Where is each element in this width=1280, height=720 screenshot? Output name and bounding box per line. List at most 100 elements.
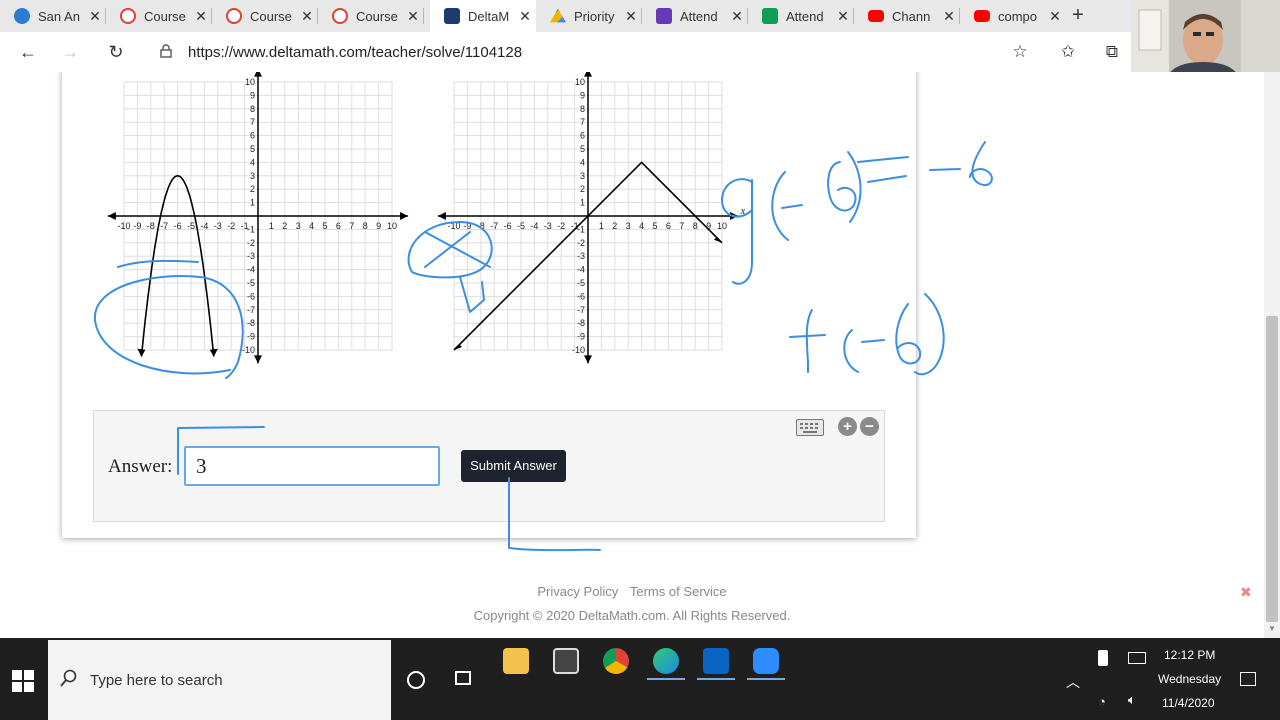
zoom-out-icon[interactable]: − (860, 417, 879, 436)
close-icon[interactable]: ✕ (190, 8, 212, 25)
y-tick-label: 3 (580, 171, 585, 181)
x-tick-label: 8 (363, 221, 368, 231)
canvas-icon (332, 8, 348, 24)
tab-label: Chann (892, 8, 931, 24)
x-tick-label: -2 (227, 221, 235, 231)
x-tick-label: -10 (117, 221, 130, 231)
forward-icon[interactable]: → (58, 40, 82, 64)
footer-links: Privacy Policy Terms of Service (0, 584, 1264, 599)
task-view-icon[interactable] (455, 671, 471, 685)
x-tick-label: 10 (717, 221, 727, 231)
close-icon[interactable]: ✕ (84, 8, 106, 25)
x-tick-label: 1 (599, 221, 604, 231)
close-icon[interactable]: ✕ (296, 8, 318, 25)
y-tick-label: 6 (250, 131, 255, 141)
tab-0[interactable]: San An ✕ (0, 0, 106, 32)
wifi-icon[interactable]: ◔ (1098, 694, 1106, 709)
y-tick-label: -8 (577, 318, 585, 328)
tab-6[interactable]: Attend ✕ (642, 0, 748, 32)
x-tick-label: 5 (652, 221, 657, 231)
zoom-app-icon[interactable] (753, 648, 779, 674)
x-tick-label: 8 (693, 221, 698, 231)
address-bar[interactable]: https://www.deltamath.com/teacher/solve/… (148, 37, 1048, 67)
y-tick-label: -2 (577, 238, 585, 248)
keyboard-icon[interactable] (796, 419, 824, 436)
tab-5[interactable]: Priority ✕ (536, 0, 642, 32)
volume-icon[interactable]: 🔈︎ (1128, 692, 1136, 708)
close-icon[interactable]: ✕ (832, 8, 854, 25)
tab-2[interactable]: Course ✕ (212, 0, 318, 32)
x-tick-label: 4 (639, 221, 644, 231)
favorites-list-icon[interactable]: ✩ (1056, 40, 1080, 64)
x-tick-label: 9 (376, 221, 381, 231)
lock-icon (160, 43, 178, 61)
file-explorer-icon[interactable] (503, 648, 529, 674)
y-tick-label: 10 (245, 77, 255, 87)
close-icon[interactable]: ✕ (726, 8, 748, 25)
answer-label: Answer: (108, 456, 173, 477)
y-tick-label: -7 (247, 305, 255, 315)
windows-start-icon[interactable] (12, 670, 34, 692)
y-tick-label: -9 (577, 332, 585, 342)
x-tick-label: -8 (477, 221, 485, 231)
privacy-link[interactable]: Privacy Policy (537, 584, 618, 599)
tab-1[interactable]: Course ✕ (106, 0, 212, 32)
y-tick-label: 8 (250, 104, 255, 114)
close-icon[interactable]: ✕ (938, 8, 960, 25)
collections-icon[interactable]: ⧉ (1100, 40, 1124, 64)
close-icon[interactable]: ✕ (1044, 8, 1066, 25)
taskbar: Type here to search ︿ ◔ 🔈︎ 12:12 PM Wedn… (0, 638, 1280, 720)
x-tick-label: 6 (336, 221, 341, 231)
cortana-icon[interactable] (407, 671, 425, 689)
y-tick-label: -1 (247, 224, 255, 234)
close-icon[interactable]: ✕ (402, 8, 424, 25)
tab-8[interactable]: Chann ✕ (854, 0, 960, 32)
x-tick-label: -4 (530, 221, 538, 231)
scrollbar-thumb[interactable] (1266, 316, 1278, 622)
clock-time[interactable]: 12:12 PM (1164, 648, 1215, 662)
y-tick-label: -6 (577, 291, 585, 301)
tab-7[interactable]: Attend ✕ (748, 0, 854, 32)
chrome-icon[interactable] (603, 648, 629, 674)
answer-input[interactable]: 3 (184, 446, 440, 486)
close-icon[interactable]: ✕ (514, 8, 536, 25)
scroll-down-icon[interactable]: ▼ (1264, 624, 1280, 638)
x-tick-label: 10 (387, 221, 397, 231)
clock-day[interactable]: Wednesday (1158, 672, 1221, 686)
notifications-icon[interactable] (1240, 672, 1256, 686)
zoom-in-icon[interactable]: + (838, 417, 857, 436)
taskbar-search[interactable]: Type here to search (48, 640, 391, 720)
edge-icon[interactable] (653, 648, 679, 674)
battery-icon[interactable] (1128, 652, 1146, 664)
favorite-star-icon[interactable]: ☆ (1008, 40, 1032, 64)
x-tick-label: -10 (447, 221, 460, 231)
terms-link[interactable]: Terms of Service (630, 584, 727, 599)
graph-right: -10 -9 -8 -7 -6 -5 -4 -3 -2 -1 1 2 3 4 5 6 7 8 9 1010987654… (437, 72, 746, 364)
show-hidden-icons[interactable]: ︿ (1066, 672, 1080, 692)
tab-3[interactable]: Course ✕ (318, 0, 424, 32)
x-tick-label: 4 (309, 221, 314, 231)
tab-4[interactable]: DeltaM ✕ (430, 0, 536, 32)
youtube-icon (974, 10, 990, 22)
google-drive-icon (550, 8, 566, 23)
store-icon[interactable] (553, 648, 579, 674)
y-tick-label: -6 (247, 291, 255, 301)
back-icon[interactable]: ← (16, 40, 40, 64)
y-tick-label: -3 (247, 251, 255, 261)
y-tick-label: 1 (250, 198, 255, 208)
new-tab-icon[interactable]: + (1066, 4, 1090, 28)
y-tick-label: 10 (575, 77, 585, 87)
submit-answer-button[interactable]: Submit Answer (461, 450, 566, 482)
x-tick-label: 1 (269, 221, 274, 231)
clock-date[interactable]: 11/4/2020 (1162, 696, 1215, 710)
y-tick-label: -5 (247, 278, 255, 288)
tab-label: DeltaM (468, 8, 510, 24)
close-icon[interactable]: ✖ (1240, 584, 1252, 601)
close-icon[interactable]: ✕ (620, 8, 642, 25)
y-tick-label: 5 (580, 144, 585, 154)
tab-label: Attend (680, 8, 718, 24)
x-tick-label: 3 (296, 221, 301, 231)
outlook-icon[interactable] (703, 648, 729, 674)
refresh-icon[interactable]: ↻ (104, 40, 128, 64)
tab-9[interactable]: compo ✕ (960, 0, 1066, 32)
